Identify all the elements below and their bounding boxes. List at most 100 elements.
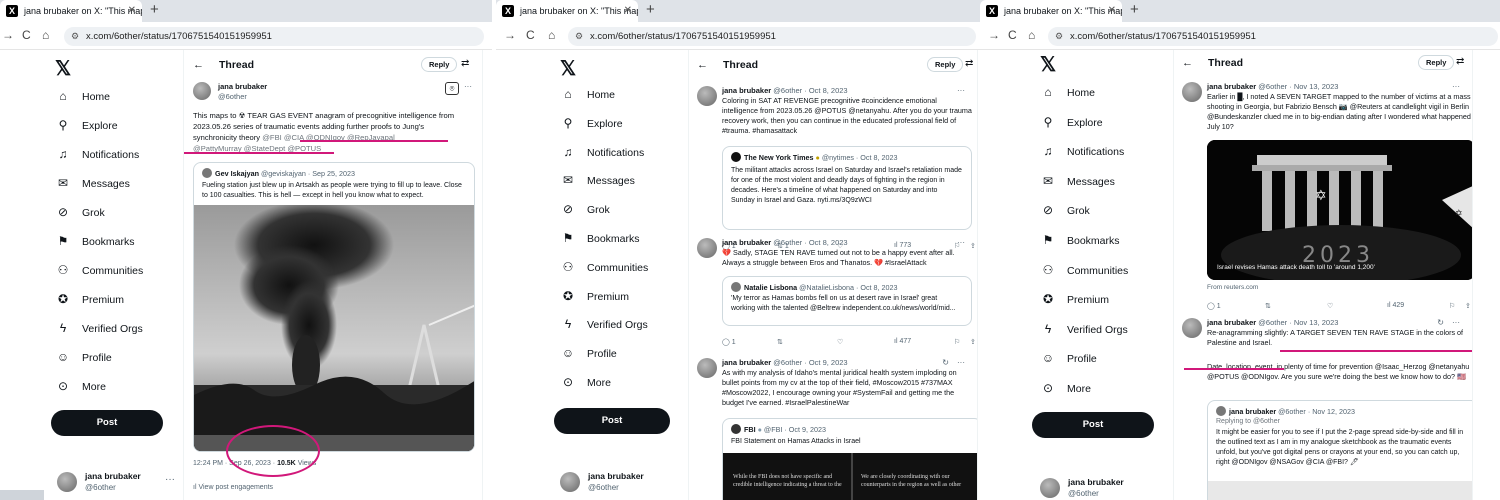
sidebar-item-explore[interactable]: ⚲ Explore <box>55 114 118 136</box>
grok-icon[interactable]: ↻ <box>1437 318 1444 327</box>
quoted-post[interactable]: Gev Iskajyan @geviskajyan · Sep 25, 2023… <box>193 162 475 452</box>
quoted-post[interactable]: jana brubaker @6other · Nov 12, 2023 Rep… <box>1207 400 1472 500</box>
more-icon[interactable]: ··· <box>165 474 175 485</box>
like-action[interactable]: ♡ <box>1327 302 1333 310</box>
more-icon[interactable]: ··· <box>957 86 965 95</box>
account-switcher[interactable]: jana brubaker @6other <box>560 468 678 498</box>
sidebar-item-communities[interactable]: ⚇ Communities <box>560 256 649 278</box>
sidebar-item-bookmarks[interactable]: ⚑ Bookmarks <box>560 227 640 249</box>
home-icon[interactable]: ⌂ <box>1028 28 1035 42</box>
close-icon[interactable]: ✕ <box>624 0 632 22</box>
sidebar-item-verified-orgs[interactable]: ϟ Verified Orgs <box>55 317 143 339</box>
settings-icon[interactable]: ⇄ <box>1456 56 1464 67</box>
quoted-post[interactable]: FBI ● @FBI · Oct 9, 2023 FBI Statement o… <box>722 418 977 500</box>
home-icon[interactable]: ⌂ <box>42 28 49 42</box>
post-button[interactable]: Post <box>1032 412 1154 438</box>
more-icon[interactable]: ··· <box>1452 318 1460 327</box>
sidebar-item-more[interactable]: ⊙ More <box>55 375 106 397</box>
sidebar-item-more[interactable]: ⊙ More <box>1040 377 1091 399</box>
berlin-vigil-photo[interactable]: ✡ 2023 ✡ Israel revises Hamas attack dea… <box>1207 140 1472 280</box>
x-logo-icon[interactable]: 𝕏 <box>55 56 71 81</box>
avatar[interactable] <box>697 358 717 378</box>
sidebar-item-grok[interactable]: ⊘ Grok <box>1040 199 1090 221</box>
reply-action[interactable]: ◯ 1 <box>722 338 736 346</box>
views-action[interactable]: ıl 477 <box>894 338 911 345</box>
url-field[interactable]: ⚙ x.com/6other/status/170675154015195995… <box>568 27 976 46</box>
x-logo-icon[interactable]: 𝕏 <box>560 56 576 81</box>
sidebar-item-premium[interactable]: ✪ Premium <box>1040 288 1109 310</box>
quoted-post[interactable]: The New York Times ● @nytimes · Oct 8, 2… <box>722 146 972 230</box>
reply-button[interactable]: Reply <box>927 57 964 72</box>
sidebar-item-verified-orgs[interactable]: ϟ Verified Orgs <box>560 313 648 335</box>
view-engagements-link[interactable]: ıl View post engagements <box>193 484 273 491</box>
sidebar-item-profile[interactable]: ☺ Profile <box>55 346 112 368</box>
new-tab-icon[interactable]: + <box>1130 1 1139 18</box>
new-tab-icon[interactable]: + <box>646 1 655 18</box>
sidebar-item-bookmarks[interactable]: ⚑ Bookmarks <box>1040 229 1120 251</box>
like-action[interactable]: ♡ <box>837 338 843 346</box>
sidebar-item-grok[interactable]: ⊘ Grok <box>55 201 105 223</box>
more-icon[interactable]: ··· <box>957 238 965 247</box>
forward-icon[interactable]: → <box>504 28 516 42</box>
sidebar-item-explore[interactable]: ⚲ Explore <box>1040 111 1103 133</box>
repost-action[interactable]: ⇅ <box>1265 302 1271 310</box>
sidebar-item-messages[interactable]: ✉ Messages <box>55 172 130 194</box>
site-info-icon[interactable]: ⚙ <box>575 27 583 46</box>
site-info-icon[interactable]: ⚙ <box>71 27 79 46</box>
forward-icon[interactable]: → <box>2 28 14 42</box>
sidebar-item-notifications[interactable]: ♫ Notifications <box>1040 140 1125 162</box>
settings-icon[interactable]: ⇄ <box>965 58 973 69</box>
close-icon[interactable]: ✕ <box>128 0 136 22</box>
browser-tab[interactable]: X jana brubaker on X: "This maps ✕ <box>0 0 142 22</box>
reply-button[interactable]: Reply <box>1418 55 1455 70</box>
avatar[interactable] <box>697 238 717 258</box>
bookmark-action[interactable]: ⚐ <box>954 338 960 346</box>
statement-image[interactable]: While the FBI does not have specific and… <box>723 453 977 500</box>
bookmark-action[interactable]: ⚐ <box>1449 302 1455 310</box>
reload-icon[interactable]: C <box>1008 28 1017 42</box>
url-field[interactable]: ⚙ x.com/6other/status/170675154015195995… <box>1048 27 1498 46</box>
settings-icon[interactable]: ⇄ <box>461 58 469 69</box>
sidebar-item-home[interactable]: ⌂ Home <box>1040 81 1095 103</box>
avatar[interactable] <box>697 86 717 106</box>
sidebar-item-messages[interactable]: ✉ Messages <box>560 169 635 191</box>
browser-tab[interactable]: X jana brubaker on X: "This maps ✕ <box>980 0 1122 22</box>
share-action[interactable]: ⇪ <box>970 338 976 346</box>
url-field[interactable]: ⚙ x.com/6other/status/170675154015195995… <box>64 27 484 46</box>
views-action[interactable]: ıl 429 <box>1387 302 1404 309</box>
avatar[interactable] <box>1182 318 1202 338</box>
grok-icon[interactable]: ↻ <box>942 358 949 367</box>
new-tab-icon[interactable]: + <box>150 1 159 18</box>
grok-icon[interactable]: ⌾ <box>445 82 459 95</box>
post-author[interactable]: jana brubaker <box>218 82 267 91</box>
home-icon[interactable]: ⌂ <box>548 28 555 42</box>
sidebar-item-home[interactable]: ⌂ Home <box>55 85 110 107</box>
reload-icon[interactable]: C <box>526 28 535 42</box>
sidebar-item-profile[interactable]: ☺ Profile <box>1040 347 1097 369</box>
account-switcher[interactable]: jana brubaker @6other <box>1040 474 1158 500</box>
reload-icon[interactable]: C <box>22 28 31 42</box>
sidebar-item-verified-orgs[interactable]: ϟ Verified Orgs <box>1040 318 1128 340</box>
browser-tab[interactable]: X jana brubaker on X: "This maps ✕ <box>496 0 638 22</box>
sidebar-item-premium[interactable]: ✪ Premium <box>55 288 124 310</box>
more-icon[interactable]: ··· <box>957 358 965 367</box>
post-button[interactable]: Post <box>554 408 670 434</box>
avatar[interactable] <box>193 82 211 100</box>
smoke-photo[interactable] <box>194 205 474 451</box>
reply-action[interactable]: ◯ 1 <box>1207 302 1221 310</box>
sidebar-item-explore[interactable]: ⚲ Explore <box>560 112 623 134</box>
post-button[interactable]: Post <box>51 410 163 436</box>
sidebar-item-notifications[interactable]: ♫ Notifications <box>55 143 140 165</box>
more-icon[interactable]: ··· <box>1452 82 1460 91</box>
sidebar-item-profile[interactable]: ☺ Profile <box>560 342 617 364</box>
sidebar-item-messages[interactable]: ✉ Messages <box>1040 170 1115 192</box>
link-source[interactable]: From reuters.com <box>1207 284 1258 291</box>
back-arrow-icon[interactable]: ← <box>193 59 204 71</box>
replying-to[interactable]: Replying to @6other <box>1216 417 1470 427</box>
back-arrow-icon[interactable]: ← <box>1182 57 1193 69</box>
sidebar-item-premium[interactable]: ✪ Premium <box>560 285 629 307</box>
site-info-icon[interactable]: ⚙ <box>1055 27 1063 46</box>
forward-icon[interactable]: → <box>988 28 1000 42</box>
share-action[interactable]: ⇪ <box>1465 302 1471 310</box>
reply-button[interactable]: Reply <box>421 57 458 72</box>
